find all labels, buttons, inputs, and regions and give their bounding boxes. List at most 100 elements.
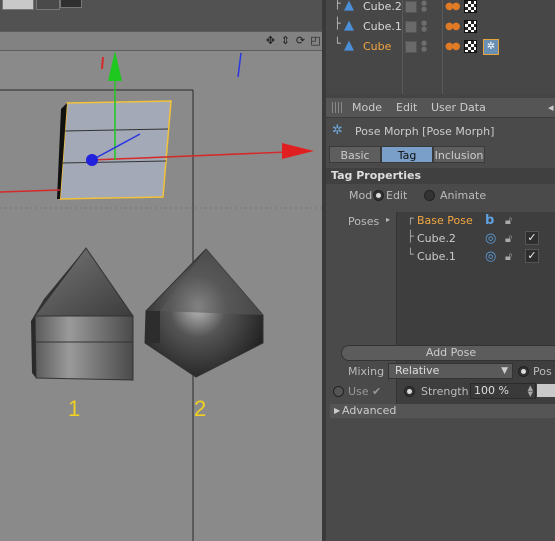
object-1-pyramid — [34, 247, 134, 317]
am-menubar: Mode Edit User Data ◂ — [326, 98, 555, 118]
object-label-2: 2 — [194, 396, 206, 421]
om-row-cube2[interactable]: ├ ▲ Cube.2 ● ● ●● — [326, 0, 555, 17]
pose-name: Base Pose — [417, 214, 473, 227]
object-name: Cube — [363, 40, 392, 53]
pose-morph-icon: ✲ — [332, 123, 343, 138]
object-label-1: 1 — [68, 396, 80, 421]
world-z-axis — [237, 52, 242, 78]
object-manager: ├ ▲ Cube.2 ● ● ●● ├ ▲ Cube.1 ● ● ●● └ ▲ Cu… — [326, 0, 555, 94]
tree-line: ├ — [334, 17, 341, 30]
target-pose-icon: ◎ — [485, 249, 497, 264]
pos-label: Pos — [533, 365, 552, 378]
pose-row[interactable]: ┌ Base Pose b 🔓︎ — [397, 212, 555, 230]
mode-animate-label: Animate — [440, 189, 487, 202]
use-label: Use — [348, 385, 369, 398]
arrows-icon[interactable]: ⇕ — [279, 34, 292, 48]
mixing-dropdown[interactable]: Relative ▼ — [388, 363, 513, 379]
strength-radio[interactable] — [404, 386, 415, 397]
viewport-top-toolbar — [0, 0, 324, 31]
om-row-cube[interactable]: └ ▲ Cube ● ● ●● ✲ — [326, 37, 555, 57]
phong-tag-icon[interactable]: ●● — [445, 1, 461, 12]
advanced-label: Advanced — [342, 404, 397, 417]
maximize-icon[interactable]: ◰ — [309, 34, 322, 48]
gizmo-x-axis — [0, 189, 61, 193]
viewport-canvas[interactable]: 1 2 — [0, 51, 324, 541]
rotate-icon[interactable]: ⟳ — [294, 34, 307, 48]
lock-icon[interactable]: 🔓︎ — [505, 250, 512, 264]
target-pose-icon: ◎ — [485, 231, 497, 246]
viewport-tab[interactable] — [60, 0, 82, 8]
material-tag-icon[interactable] — [464, 0, 477, 13]
pos-radio[interactable] — [518, 366, 529, 377]
visibility-toggle[interactable] — [405, 21, 417, 33]
lock-icon[interactable]: 🔓︎ — [505, 232, 512, 246]
base-pose-icon: b — [485, 213, 495, 228]
pose-row[interactable]: ├ Cube.2 ◎ 🔓︎ ✓ — [397, 230, 555, 248]
attribute-manager: Mode Edit User Data ◂ ✲ Pose Morph [Pose… — [326, 98, 555, 541]
use-radio[interactable] — [333, 386, 344, 397]
poses-expand-icon[interactable]: ▸ — [386, 215, 390, 224]
add-pose-button[interactable]: Add Pose — [341, 345, 555, 361]
object-name: Cube.1 — [363, 20, 402, 33]
tree-line: └ — [407, 248, 414, 261]
move-icon[interactable]: ✥ — [264, 34, 277, 48]
viewport-tab[interactable] — [36, 0, 60, 10]
advanced-group[interactable]: ▶ Advanced — [330, 404, 555, 418]
tab-inclusion[interactable]: Inclusion — [433, 146, 485, 163]
expand-triangle-icon: ▶ — [334, 406, 341, 415]
strength-value: 100 % — [474, 384, 509, 397]
pose-morph-tag-icon[interactable]: ✲ — [483, 39, 499, 55]
back-arrow-icon[interactable]: ◂ — [548, 101, 554, 114]
pose-name: Cube.2 — [417, 232, 456, 245]
gizmo-y-handle — [108, 51, 122, 81]
polygon-object-icon: ▲ — [344, 38, 354, 53]
visibility-toggle[interactable] — [405, 1, 417, 13]
tree-line: ├ — [407, 230, 414, 243]
gizmo-x-handle — [282, 143, 314, 159]
render-dots-icon[interactable]: ● ● — [421, 40, 427, 53]
material-tag-icon[interactable] — [464, 40, 477, 53]
pose-row[interactable]: └ Cube.1 ◎ 🔓︎ ✓ — [397, 248, 555, 266]
polygon-object-icon: ▲ — [344, 18, 354, 33]
gizmo-center — [86, 154, 98, 166]
strength-slider[interactable] — [537, 384, 555, 397]
viewport-panel[interactable]: ✥ ⇕ ⟳ ◰ 1 2 — [0, 0, 324, 541]
mixing-label: Mixing — [348, 365, 385, 378]
tab-tag[interactable]: Tag — [381, 146, 433, 163]
phong-tag-icon[interactable]: ●● — [445, 21, 461, 32]
mode-animate-radio[interactable] — [424, 190, 435, 201]
render-dots-icon[interactable]: ● ● — [421, 0, 427, 13]
section-tag-properties: Tag Properties — [326, 168, 555, 184]
menu-mode[interactable]: Mode — [352, 101, 382, 114]
tree-line: ┌ — [407, 212, 414, 225]
grip-icon[interactable] — [332, 102, 344, 113]
polygon-object-icon: ▲ — [344, 0, 354, 13]
strength-label: Strength — [421, 385, 469, 398]
mode-edit-radio[interactable] — [373, 190, 384, 201]
use-check-icon[interactable]: ✔ — [372, 385, 381, 398]
poses-list[interactable]: ┌ Base Pose b 🔓︎ ├ Cube.2 ◎ 🔓︎ ✓ └ Cube.… — [396, 212, 555, 412]
lock-icon[interactable]: 🔓︎ — [505, 214, 512, 228]
om-row-cube1[interactable]: ├ ▲ Cube.1 ● ● ●● — [326, 17, 555, 37]
phong-tag-icon[interactable]: ●● — [445, 41, 461, 52]
viewport-nav-controls: ✥ ⇕ ⟳ ◰ — [264, 34, 322, 48]
pose-name: Cube.1 — [417, 250, 456, 263]
menu-edit[interactable]: Edit — [396, 101, 417, 114]
object-name: Cube.2 — [363, 0, 402, 13]
chevron-down-icon: ▼ — [501, 366, 508, 376]
viewport-menubar: ✥ ⇕ ⟳ ◰ — [0, 31, 324, 51]
enable-checkbox[interactable]: ✓ — [525, 231, 539, 245]
strength-slider-fill — [537, 384, 555, 397]
object-1-body — [34, 315, 134, 381]
tab-basic[interactable]: Basic — [329, 146, 381, 163]
material-tag-icon[interactable] — [464, 20, 477, 33]
spinner-icon[interactable]: ▲ ▼ — [528, 385, 533, 398]
enable-checkbox[interactable]: ✓ — [525, 249, 539, 263]
tree-line: ├ — [334, 0, 341, 10]
viewport-tab[interactable] — [2, 0, 34, 10]
world-x-axis — [101, 56, 104, 70]
render-dots-icon[interactable]: ● ● — [421, 20, 427, 33]
menu-user-data[interactable]: User Data — [431, 101, 486, 114]
strength-input[interactable]: 100 % ▲ ▼ — [470, 383, 536, 399]
visibility-toggle[interactable] — [405, 41, 417, 53]
